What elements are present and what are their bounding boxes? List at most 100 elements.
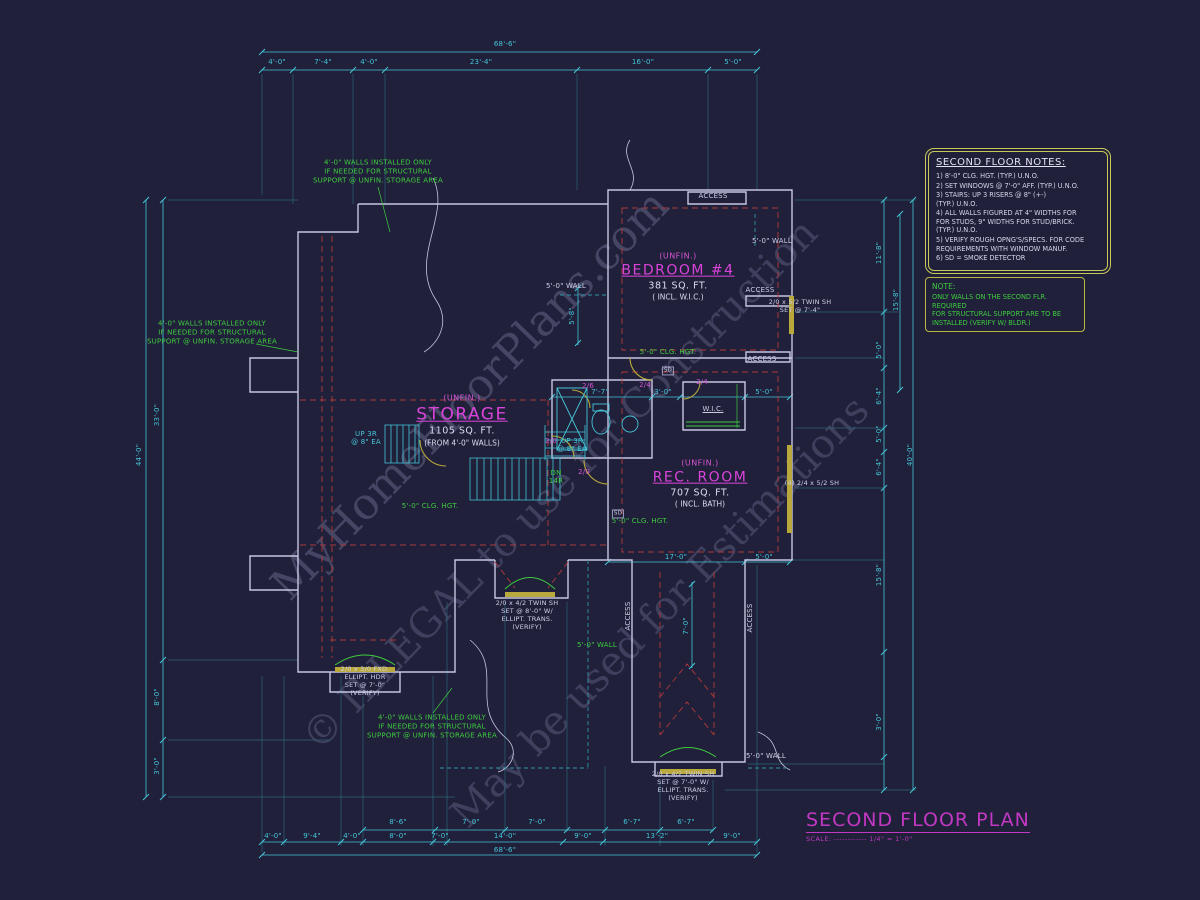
dimension-and-plan-labels: 68'-6" 4'-0" 7'-4" 4'-0" 23'-4" 16'-0" 5'-0" 8'… (0, 0, 1200, 900)
stair-up-label: UP 3R @ 8" EA (557, 437, 587, 453)
dimension-label: 4'-0" (264, 832, 282, 840)
dimension-label: 11'-8" (875, 242, 883, 264)
note-body: ONLY WALLS ON THE SECOND FLR. REQUIRED F… (932, 293, 1078, 327)
dimension-label: 9'-4" (303, 832, 321, 840)
dimension-label: 14'-0" (494, 832, 516, 840)
room-tag: (UNFIN.) (621, 252, 734, 262)
dimension-label: 7'-7" (591, 388, 609, 396)
dimension-label: 5'-0" (875, 425, 883, 443)
dimension-label: 3'-0" (654, 388, 672, 396)
dimension-label: 3'-0" (875, 713, 883, 731)
dimension-label: 7'-0" (682, 617, 690, 635)
access-label: ACCESS (624, 602, 632, 631)
structural-wall-note: 4'-0" WALLS INSTALLED ONLY IF NEEDED FOR… (313, 158, 443, 185)
wall-height-label: 5'-0" WALL (577, 641, 617, 649)
access-label: ACCESS (746, 286, 775, 294)
dimension-label: 6'-4" (875, 458, 883, 476)
plan-scale: SCALE: ------------ 1/4" = 1'-0" (806, 835, 1030, 843)
second-floor-notes-inner: SECOND FLOOR NOTES: 1) 8'-0" CLG. HGT. (… (928, 151, 1108, 271)
room-name: STORAGE (416, 404, 507, 426)
dimension-label: 4'-0" (343, 832, 361, 840)
dimension-label: 15'-8" (892, 289, 900, 311)
dimension-label: 68'-6" (494, 846, 516, 854)
dimension-label: 9'-0" (723, 832, 741, 840)
dimension-label: 9'-0" (574, 832, 592, 840)
notes-title: SECOND FLOOR NOTES: (936, 157, 1100, 168)
room-subtext: ( INCL. W.I.C.) (621, 293, 734, 303)
room-label-bedroom-4: (UNFIN.) BEDROOM #4 381 SQ. FT. ( INCL. … (621, 252, 734, 303)
window-spec-note: 2/0 x 5/2 TWIN SH SET @ 7'-4" (769, 298, 832, 314)
door-size-label: 2/4 (639, 381, 651, 389)
dimension-label: 8'-6" (389, 818, 407, 826)
cad-floor-plan-screen: MyHomeFloorPlans.com © ILLEGAL to use fo… (0, 0, 1200, 900)
dimension-label: 5'-0" (755, 553, 773, 561)
structural-support-note-box: NOTE: ONLY WALLS ON THE SECOND FLR. REQU… (925, 277, 1085, 332)
dimension-label: 6'-7" (623, 818, 641, 826)
window-spec-note: (4) 2/4 x 5/2 SH (785, 479, 839, 487)
room-tag: (UNFIN.) (416, 394, 507, 404)
dimension-label: 4'-0" (360, 58, 378, 66)
wall-height-label: 5'-0" WALL (546, 282, 586, 290)
dimension-label: 23'-4" (470, 58, 492, 66)
room-label-storage: (UNFIN.) STORAGE 1105 SQ. FT. (FROM 4'-0… (416, 394, 507, 449)
dimension-label: 8'-0" (153, 688, 161, 706)
plan-title: SECOND FLOOR PLAN (806, 809, 1030, 833)
dimension-label: 68'-6" (494, 40, 516, 48)
access-label: ACCESS (748, 355, 777, 363)
ceiling-height-label: 5'-0" CLG. HGT. (640, 348, 697, 356)
dimension-label: 17'-0" (665, 553, 687, 561)
room-subtext: (FROM 4'-0" WALLS) (416, 439, 507, 449)
wall-height-label: 5'-0" WALL (746, 752, 786, 760)
note-item: 6) SD = SMOKE DETECTOR (936, 254, 1100, 263)
ceiling-height-label: 5'-0" CLG. HGT. (612, 517, 669, 525)
note-item: 1) 8'-0" CLG. HGT. (TYP.) U.N.O. (936, 172, 1100, 181)
access-label: ACCESS (699, 192, 728, 200)
door-size-label: 2/0 (545, 437, 557, 445)
structural-wall-note: 4'-0" WALLS INSTALLED ONLY IF NEEDED FOR… (147, 319, 277, 346)
door-size-label: 2/0 (578, 468, 590, 476)
room-area: 1105 SQ. FT. (416, 426, 507, 438)
dimension-label: 3'-0" (153, 757, 161, 775)
dimension-label: 5'-8" (568, 307, 576, 325)
note-title: NOTE: (932, 282, 1078, 291)
dimension-label: 7'-4" (314, 58, 332, 66)
dimension-label: 44'-0" (135, 444, 143, 466)
room-subtext: ( INCL. BATH) (653, 500, 748, 510)
dimension-label: 8'-0" (389, 832, 407, 840)
window-spec-note: 2/0 x 3/0 FXD. ELLIPT. HDR SET @ 7'-0" (… (340, 665, 389, 698)
dimension-label: 40'-0" (906, 444, 914, 466)
note-item: 4) ALL WALLS FIGURED AT 4" WIDTHS FOR FO… (936, 209, 1100, 235)
structural-wall-note: 4'-0" WALLS INSTALLED ONLY IF NEEDED FOR… (367, 713, 497, 740)
room-area: 381 SQ. FT. (621, 280, 734, 292)
window-spec-note: 2/0 x 4/2 TWIN SH SET @ 8'-0" W/ ELLIPT.… (496, 599, 559, 632)
dimension-label: 5'-0" (875, 341, 883, 359)
title-block: SECOND FLOOR PLAN SCALE: ------------ 1/… (806, 809, 1030, 843)
window-spec-note: 2/0 x 4/2 TWIN SH SET @ 7'-0" W/ ELLIPT.… (652, 770, 715, 803)
dimension-label: 4'-0" (268, 58, 286, 66)
smoke-detector-label: SD (612, 509, 624, 518)
dimension-label: 5'-0" (755, 388, 773, 396)
dimension-label: 33'-0" (153, 404, 161, 426)
dimension-label: 16'-0" (632, 58, 654, 66)
access-label: ACCESS (746, 604, 754, 633)
dimension-label: 5'-0" (724, 58, 742, 66)
dimension-label: 7'-0" (528, 818, 546, 826)
wic-label: W.I.C. (703, 405, 724, 413)
note-item: 5) VERIFY ROUGH OPNG'S/SPECS. FOR CODE R… (936, 236, 1100, 253)
second-floor-notes-box: SECOND FLOOR NOTES: 1) 8'-0" CLG. HGT. (… (925, 148, 1111, 274)
stair-up-label: UP 3R @ 8" EA (351, 430, 381, 446)
wall-height-label: 5'-0" WALL (752, 237, 792, 245)
room-area: 707 SQ. FT. (653, 487, 748, 499)
dimension-label: 13'-2" (646, 832, 668, 840)
room-name: REC. ROOM (653, 469, 748, 487)
room-name: BEDROOM #4 (621, 262, 734, 280)
door-size-label: 2/4 (696, 378, 708, 386)
ceiling-height-label: 5'-0" CLG. HGT. (402, 502, 459, 510)
smoke-detector-label: SD (662, 366, 674, 375)
stair-down-label: DN 14R (549, 469, 563, 485)
note-item: 3) STAIRS: UP 3 RISERS @ 8" (+-) (TYP.) … (936, 191, 1100, 208)
room-label-rec-room: (UNFIN.) REC. ROOM 707 SQ. FT. ( INCL. B… (653, 459, 748, 510)
door-size-label: 2/6 (582, 382, 594, 390)
dimension-label: 15'-8" (875, 564, 883, 586)
dimension-label: 6'-7" (677, 818, 695, 826)
